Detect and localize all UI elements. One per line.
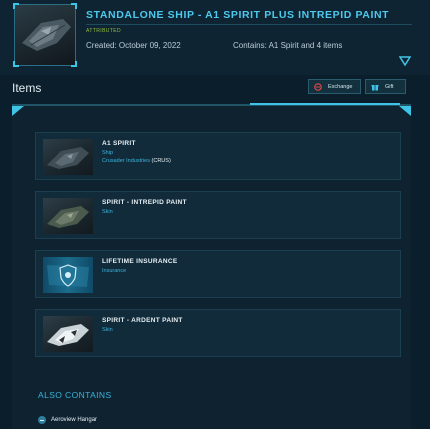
item-type: Insurance bbox=[102, 268, 127, 274]
exchange-label: Exchange bbox=[328, 83, 353, 90]
item-type: Skin bbox=[102, 209, 113, 215]
item-manufacturer: Crusader Industries (CRUS) bbox=[102, 158, 171, 164]
exchange-icon bbox=[314, 82, 322, 91]
shield-icon bbox=[47, 264, 89, 287]
pledge-title: STANDALONE SHIP - A1 SPIRIT PLUS INTREPI… bbox=[86, 9, 390, 21]
pledge-header: STANDALONE SHIP - A1 SPIRIT PLUS INTREPI… bbox=[0, 0, 430, 75]
gift-button[interactable]: Gift bbox=[365, 79, 406, 94]
item-type: Skin bbox=[102, 327, 113, 333]
panel-corner-left bbox=[12, 106, 24, 116]
item-type: Ship bbox=[102, 150, 114, 156]
item-card-a1-spirit[interactable]: A1 SPIRIT Ship Crusader Industries (CRUS… bbox=[35, 132, 401, 180]
item-card-lifetime-insurance[interactable]: LIFETIME INSURANCE Insurance bbox=[35, 250, 401, 298]
item-name: LIFETIME INSURANCE bbox=[102, 258, 178, 265]
also-contains-item: Aeroview Hangar bbox=[38, 416, 97, 424]
paint-thumbnail bbox=[43, 316, 93, 352]
pledge-thumbnail bbox=[13, 3, 77, 67]
created-date: Created: October 09, 2022 bbox=[86, 41, 181, 50]
minus-icon bbox=[38, 416, 46, 424]
chevron-down-icon[interactable] bbox=[398, 53, 412, 67]
also-contains-heading: ALSO CONTAINS bbox=[38, 390, 112, 400]
item-name: A1 SPIRIT bbox=[102, 140, 136, 147]
title-divider bbox=[86, 24, 412, 25]
ship-thumbnail bbox=[43, 139, 93, 175]
panel-corner-right bbox=[399, 106, 411, 116]
item-card-ardent-paint[interactable]: SPIRIT - ARDENT PAINT Skin bbox=[35, 309, 401, 357]
gift-label: Gift bbox=[385, 83, 394, 90]
paint-thumbnail bbox=[43, 198, 93, 234]
insurance-thumbnail bbox=[43, 257, 93, 293]
ship-image bbox=[22, 19, 71, 51]
items-heading: Items bbox=[12, 81, 42, 95]
item-name: SPIRIT - ARDENT PAINT bbox=[102, 317, 183, 324]
panel-top-accent bbox=[250, 103, 400, 105]
gift-icon bbox=[371, 83, 379, 91]
item-name: SPIRIT - INTREPID PAINT bbox=[102, 199, 187, 206]
exchange-button[interactable]: Exchange bbox=[308, 79, 361, 94]
status-badge: ATTRIBUTED bbox=[86, 28, 122, 34]
item-card-intrepid-paint[interactable]: SPIRIT - INTREPID PAINT Skin bbox=[35, 191, 401, 239]
contains-summary: Contains: A1 Spirit and 4 items bbox=[233, 41, 343, 50]
